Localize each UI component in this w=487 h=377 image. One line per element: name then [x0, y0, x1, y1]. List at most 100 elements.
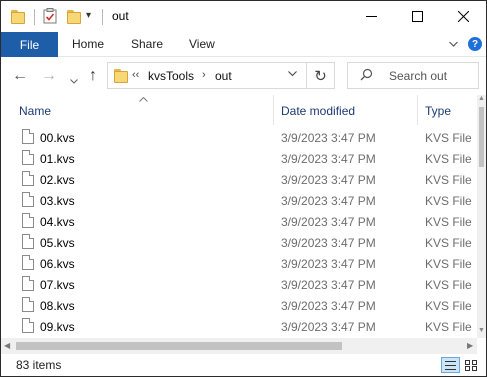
up-button[interactable]: ↑ — [89, 67, 97, 85]
close-button[interactable] — [440, 1, 486, 32]
customize-toolbar-dropdown[interactable]: ▾ — [86, 10, 91, 28]
refresh-button[interactable]: ↻ — [307, 62, 335, 89]
list-item[interactable]: 01.kvs 3/9/2023 3:47 PM KVS File — [1, 148, 477, 169]
maximize-button[interactable] — [394, 1, 440, 32]
new-folder-icon[interactable] — [67, 8, 81, 26]
overflow-chevron[interactable]: ‹‹ — [132, 69, 139, 81]
column-date-modified[interactable]: Date modified — [281, 104, 355, 118]
explorer-window: ▾ out File Home Share View ? ← → ↑ ‹‹ kv… — [0, 0, 487, 377]
file-icon — [22, 129, 34, 144]
column-type[interactable]: Type — [425, 104, 451, 118]
status-bar: 83 items — [1, 354, 486, 376]
file-icon — [22, 255, 34, 270]
file-icon — [22, 234, 34, 249]
file-date: 3/9/2023 3:47 PM — [281, 320, 376, 334]
help-button[interactable]: ? — [468, 37, 482, 51]
scroll-left-arrow[interactable]: ◀ — [4, 341, 10, 350]
item-count: 83 items — [16, 358, 62, 372]
list-item[interactable]: 08.kvs 3/9/2023 3:47 PM KVS File — [1, 295, 477, 316]
breadcrumb-kvstools[interactable]: kvsTools — [148, 69, 194, 83]
scroll-down-arrow[interactable]: ▼ — [478, 327, 485, 334]
tab-file[interactable]: File — [1, 32, 58, 57]
breadcrumb-separator[interactable]: › — [202, 69, 206, 81]
file-type: KVS File — [425, 257, 472, 271]
list-item[interactable]: 05.kvs 3/9/2023 3:47 PM KVS File — [1, 232, 477, 253]
file-date: 3/9/2023 3:47 PM — [281, 299, 376, 313]
file-type: KVS File — [425, 236, 472, 250]
search-box[interactable]: Search out — [347, 62, 479, 89]
file-date: 3/9/2023 3:47 PM — [281, 257, 376, 271]
toolbar-divider — [34, 9, 35, 25]
file-name: 02.kvs — [40, 173, 75, 187]
search-icon — [360, 68, 373, 84]
properties-icon[interactable] — [43, 8, 57, 26]
folder-icon[interactable] — [11, 8, 25, 26]
horizontal-scroll-thumb[interactable] — [16, 342, 342, 350]
title-bar: ▾ out — [1, 1, 486, 32]
vertical-scroll-thumb[interactable] — [479, 107, 484, 167]
minimize-button[interactable] — [348, 1, 394, 32]
tab-share[interactable]: Share — [131, 37, 163, 51]
list-item[interactable]: 04.kvs 3/9/2023 3:47 PM KVS File — [1, 211, 477, 232]
chevron-down-icon — [70, 79, 78, 84]
file-name: 00.kvs — [40, 131, 75, 145]
vertical-scrollbar[interactable]: ▲ ▼ — [477, 95, 486, 338]
file-type: KVS File — [425, 215, 472, 229]
address-dropdown[interactable] — [288, 69, 297, 79]
details-view-button[interactable] — [441, 357, 460, 373]
file-date: 3/9/2023 3:47 PM — [281, 194, 376, 208]
list-item[interactable]: 07.kvs 3/9/2023 3:47 PM KVS File — [1, 274, 477, 295]
list-item[interactable]: 03.kvs 3/9/2023 3:47 PM KVS File — [1, 190, 477, 211]
tab-view[interactable]: View — [189, 37, 215, 51]
ribbon-tabs: File Home Share View ? — [1, 32, 486, 57]
file-date: 3/9/2023 3:47 PM — [281, 173, 376, 187]
file-type: KVS File — [425, 194, 472, 208]
file-list: 00.kvs 3/9/2023 3:47 PM KVS File 01.kvs … — [1, 127, 477, 339]
file-icon — [22, 297, 34, 312]
file-date: 3/9/2023 3:47 PM — [281, 215, 376, 229]
file-date: 3/9/2023 3:47 PM — [281, 152, 376, 166]
file-date: 3/9/2023 3:47 PM — [281, 131, 376, 145]
maximize-icon — [411, 11, 423, 22]
tab-home[interactable]: Home — [72, 37, 104, 51]
file-name: 07.kvs — [40, 278, 75, 292]
column-name[interactable]: Name — [19, 104, 51, 118]
file-type: KVS File — [425, 131, 472, 145]
list-item[interactable]: 06.kvs 3/9/2023 3:47 PM KVS File — [1, 253, 477, 274]
file-name: 03.kvs — [40, 194, 75, 208]
file-name: 04.kvs — [40, 215, 75, 229]
file-icon — [22, 171, 34, 186]
horizontal-scrollbar[interactable]: ◀ ▶ — [1, 338, 477, 354]
forward-button[interactable]: → — [41, 67, 57, 85]
column-divider[interactable] — [273, 95, 274, 125]
column-divider[interactable] — [417, 95, 418, 125]
search-input[interactable]: Search out — [389, 69, 447, 83]
file-icon — [22, 150, 34, 165]
file-date: 3/9/2023 3:47 PM — [281, 236, 376, 250]
file-name: 01.kvs — [40, 152, 75, 166]
window-title: out — [112, 9, 129, 23]
recent-locations-button[interactable] — [70, 71, 78, 89]
list-item[interactable]: 09.kvs 3/9/2023 3:47 PM KVS File — [1, 316, 477, 337]
close-icon — [457, 11, 469, 22]
file-type: KVS File — [425, 152, 472, 166]
file-icon — [22, 318, 34, 333]
scroll-up-arrow[interactable]: ▲ — [478, 95, 485, 102]
scroll-right-arrow[interactable]: ▶ — [467, 341, 473, 350]
file-name: 05.kvs — [40, 236, 75, 250]
folder-icon — [114, 69, 128, 83]
breadcrumb-out[interactable]: out — [215, 69, 232, 83]
file-icon — [22, 276, 34, 291]
large-icons-view-button[interactable] — [462, 357, 481, 373]
back-button[interactable]: ← — [12, 67, 28, 85]
file-type: KVS File — [425, 278, 472, 292]
list-item[interactable]: 00.kvs 3/9/2023 3:47 PM KVS File — [1, 127, 477, 148]
sort-ascending-icon — [139, 94, 148, 104]
address-bar[interactable]: ‹‹ kvsTools › out — [107, 62, 307, 89]
file-name: 06.kvs — [40, 257, 75, 271]
file-name: 09.kvs — [40, 320, 75, 334]
list-item[interactable]: 02.kvs 3/9/2023 3:47 PM KVS File — [1, 169, 477, 190]
file-type: KVS File — [425, 299, 472, 313]
expand-ribbon-icon[interactable] — [449, 39, 458, 49]
chevron-down-icon — [288, 71, 297, 77]
